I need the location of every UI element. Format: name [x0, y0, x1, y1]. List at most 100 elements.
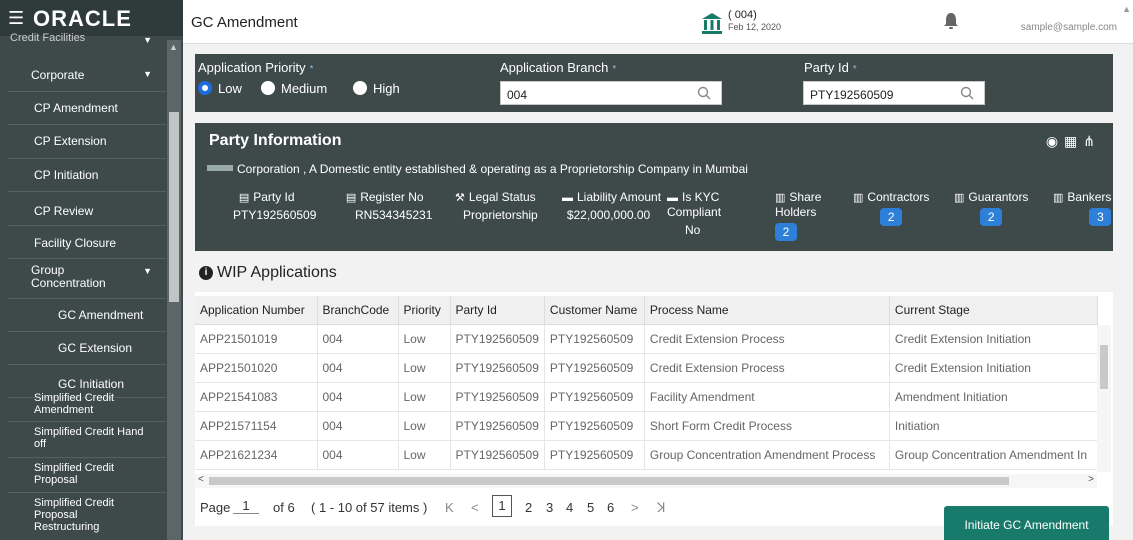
- table-cell: APP21621234: [195, 440, 318, 470]
- table-vertical-scrollbar[interactable]: [1097, 325, 1111, 472]
- hierarchy-icon[interactable]: ⋔: [1083, 133, 1101, 149]
- sidebar-item-cp-review[interactable]: CP Review: [8, 192, 166, 226]
- user-email: sample@sample.com: [1020, 22, 1117, 33]
- sidebar-item-cp-extension[interactable]: CP Extension: [8, 125, 166, 159]
- radio-icon: [261, 81, 275, 95]
- scroll-thumb[interactable]: [1100, 345, 1108, 389]
- sidebar-item-simplified-credit-amendment[interactable]: Simplified Credit Amendment: [8, 386, 166, 422]
- page-4-button[interactable]: 4: [566, 500, 573, 515]
- top-bar: GC Amendment ( 004) Feb 12, 2020 sample@…: [183, 0, 1133, 44]
- table-cell: 004: [317, 440, 399, 470]
- page-5-button[interactable]: 5: [587, 500, 594, 515]
- party-id-input[interactable]: PTY192560509: [803, 81, 985, 105]
- sidebar-item-credit-facilities[interactable]: Credit Facilities ▼: [8, 32, 166, 50]
- register-no-info: ▤ Register No RN534345231: [345, 190, 433, 222]
- first-page-button[interactable]: K: [445, 500, 454, 515]
- sidebar-item-gc-amendment[interactable]: GC Amendment: [8, 299, 166, 332]
- bank-icon[interactable]: [701, 12, 723, 34]
- sidebar-scrollbar[interactable]: ▲: [167, 40, 181, 540]
- priority-high-radio[interactable]: High: [353, 81, 400, 96]
- money-icon: ▬: [667, 192, 678, 204]
- column-header[interactable]: Application Number: [195, 296, 318, 325]
- building-icon[interactable]: ▦: [1064, 133, 1083, 149]
- chevron-down-icon: ▼: [143, 68, 152, 79]
- prev-page-button[interactable]: <: [471, 500, 479, 515]
- scroll-thumb[interactable]: [209, 477, 1009, 485]
- page-1-button[interactable]: 1: [492, 495, 512, 517]
- table-cell: Short Form Credit Process: [644, 411, 890, 441]
- share-holders-info[interactable]: ▥ Share Holders 2: [775, 190, 835, 241]
- table-row[interactable]: APP21501020 004 Low PTY192560509 PTY19256050…: [195, 353, 1098, 383]
- last-page-button[interactable]: ꓘ: [657, 500, 666, 516]
- column-header[interactable]: BranchCode: [317, 296, 399, 325]
- sidebar-item-simplified-credit-proposal[interactable]: Simplified Credit Proposal: [8, 458, 166, 493]
- sidebar-item-cp-amendment[interactable]: CP Amendment: [8, 92, 166, 125]
- sidebar-item-simplified-credit-hand-off[interactable]: Simplified Credit Hand off: [8, 422, 166, 458]
- table-cell: Group Concentration Amendment Process: [644, 440, 890, 470]
- column-header[interactable]: Current Stage: [889, 296, 1098, 325]
- id-card-icon: ▤: [345, 192, 357, 204]
- scroll-left-icon[interactable]: <: [198, 474, 204, 485]
- priority-low-radio[interactable]: Low: [198, 81, 242, 96]
- table-cell: Low: [398, 353, 451, 383]
- wip-table: Application Number BranchCode Priority P…: [195, 296, 1098, 470]
- table-cell: Low: [398, 440, 451, 470]
- sidebar-item-group-concentration[interactable]: Group Concentration ▼: [8, 259, 166, 299]
- initiate-gc-amendment-button[interactable]: Initiate GC Amendment: [944, 506, 1109, 540]
- hamburger-menu-icon[interactable]: ☰: [8, 9, 24, 27]
- table-row[interactable]: APP21541083 004 Low PTY192560509 PTY19256050…: [195, 382, 1098, 412]
- sidebar-item-simplified-credit-proposal-restructuring[interactable]: Simplified Credit Proposal Restructuring: [8, 493, 166, 540]
- table-cell: PTY192560509: [544, 382, 645, 412]
- bank-icon: ▥: [954, 192, 965, 204]
- globe-icon[interactable]: ◉: [1046, 133, 1064, 149]
- table-row[interactable]: APP21571154 004 Low PTY192560509 PTY19256050…: [195, 411, 1098, 441]
- search-icon[interactable]: [697, 86, 711, 100]
- scroll-right-icon[interactable]: >: [1088, 474, 1094, 485]
- bell-icon[interactable]: [943, 12, 959, 30]
- kyc-info: ▬ Is KYC Compliant No: [667, 190, 722, 237]
- table-cell: Amendment Initiation: [889, 382, 1098, 412]
- page-label: Page: [200, 500, 231, 515]
- priority-medium-radio[interactable]: Medium: [261, 81, 327, 96]
- scroll-up-icon[interactable]: ▲: [1122, 4, 1131, 14]
- application-branch-input[interactable]: 004: [500, 81, 722, 105]
- sidebar-item-corporate[interactable]: Corporate ▼: [8, 56, 166, 92]
- page-2-button[interactable]: 2: [525, 500, 532, 515]
- sidebar-item-gc-extension[interactable]: GC Extension: [8, 332, 166, 365]
- page-6-button[interactable]: 6: [607, 500, 614, 515]
- application-priority-label: Application Priority *: [198, 60, 314, 75]
- application-branch-label: Application Branch *: [500, 60, 617, 75]
- sidebar-item-facility-closure[interactable]: Facility Closure: [8, 226, 166, 259]
- column-header[interactable]: Customer Name: [544, 296, 645, 325]
- items-range: ( 1 - 10 of 57 items ): [311, 500, 428, 515]
- table-cell: APP21541083: [195, 382, 318, 412]
- column-header[interactable]: Party Id: [450, 296, 545, 325]
- column-header[interactable]: Process Name: [644, 296, 890, 325]
- bankers-info[interactable]: ▥ Bankers 3: [1053, 190, 1112, 226]
- column-header[interactable]: Priority: [398, 296, 451, 325]
- guarantors-info[interactable]: ▥ Guarantors 2: [954, 190, 1028, 226]
- party-id-label: Party Id *: [804, 60, 857, 75]
- guarantors-count: 2: [980, 208, 1003, 226]
- table-cell: PTY192560509: [450, 382, 545, 412]
- sidebar-header: ☰ ORACLE: [0, 0, 183, 36]
- contractors-info[interactable]: ▥ Contractors 2: [853, 190, 929, 226]
- sidebar-item-cp-initiation[interactable]: CP Initiation: [8, 159, 166, 192]
- table-row[interactable]: APP21501019 004 Low PTY192560509 PTY19256050…: [195, 324, 1098, 354]
- page-input[interactable]: 1: [233, 498, 259, 514]
- table-cell: PTY192560509: [450, 353, 545, 383]
- sidebar-scroll-thumb[interactable]: [169, 112, 179, 302]
- money-icon: ▬: [562, 192, 573, 204]
- table-cell: APP21501020: [195, 353, 318, 383]
- page-count: of 6: [273, 500, 295, 515]
- table-horizontal-scrollbar[interactable]: < >: [195, 474, 1097, 488]
- page-3-button[interactable]: 3: [546, 500, 553, 515]
- wip-header: i WIP Applications: [195, 256, 1113, 292]
- table-cell: Low: [398, 382, 451, 412]
- user-profile[interactable]: sample@sample.com: [1021, 8, 1133, 38]
- table-row[interactable]: APP21621234 004 Low PTY192560509 PTY19256050…: [195, 440, 1098, 470]
- next-page-button[interactable]: >: [631, 500, 639, 515]
- bank-icon: ▥: [1053, 192, 1064, 204]
- search-icon[interactable]: [960, 86, 974, 100]
- scroll-up-icon[interactable]: ▲: [169, 42, 178, 52]
